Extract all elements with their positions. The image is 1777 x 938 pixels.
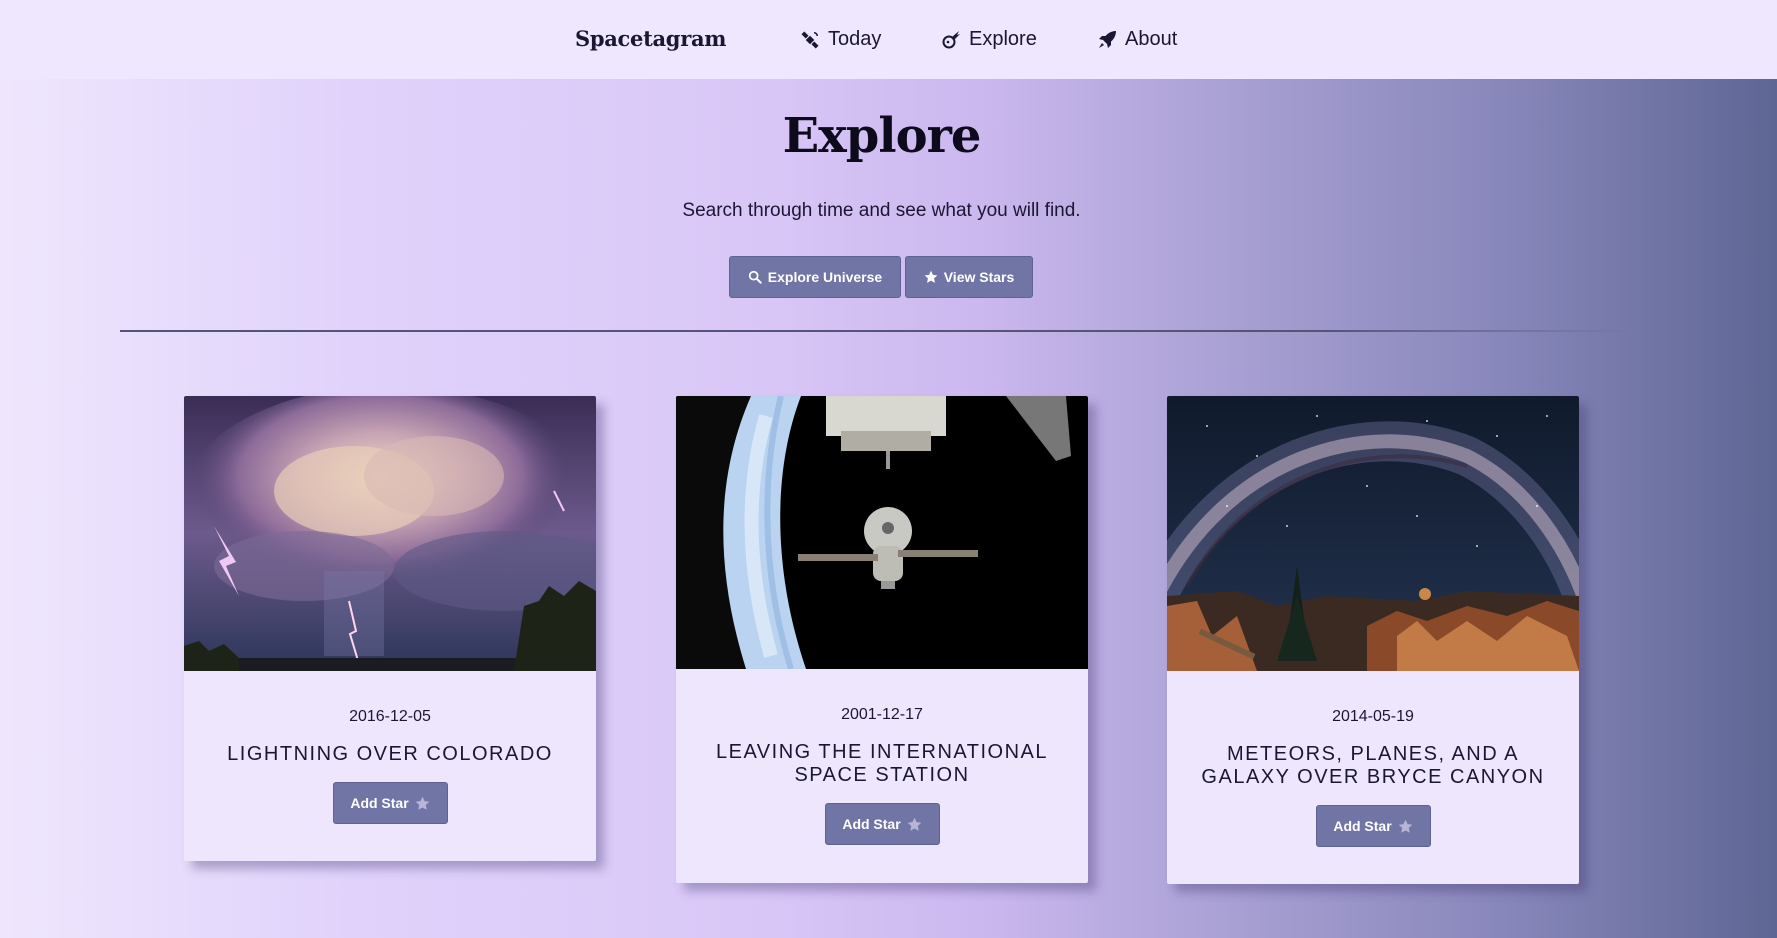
section-divider <box>120 330 1635 332</box>
nav-link-explore[interactable]: Explore <box>941 28 1037 51</box>
meteor-icon <box>942 30 960 48</box>
card-title: LEAVING THE INTERNATIONAL SPACE STATION <box>715 741 1048 786</box>
explore-universe-button[interactable]: Explore Universe <box>729 256 901 298</box>
space-station-image[interactable] <box>676 396 1088 669</box>
star-icon <box>1398 819 1413 833</box>
page-title: Explore <box>782 108 982 164</box>
brand-logo[interactable]: Spacetagram <box>575 26 726 51</box>
star-icon <box>924 270 938 283</box>
star-icon <box>907 817 922 831</box>
card-title: METEORS, PLANES, AND A GALAXY OVER BRYCE… <box>1201 743 1545 788</box>
add-star-label: Add Star <box>842 816 901 832</box>
nav-link-today[interactable]: Today <box>800 28 881 51</box>
add-star-button[interactable]: Add Star <box>824 803 940 845</box>
nav-link-about-label: About <box>1125 28 1178 50</box>
top-navigation: Spacetagram Today Explore About <box>0 0 1777 79</box>
apod-card: 2014-05-19 METEORS, PLANES, AND A GALAXY… <box>1167 396 1579 884</box>
add-star-button[interactable]: Add Star <box>1315 805 1431 847</box>
star-icon <box>415 796 430 810</box>
apod-card: 2016-12-05 LIGHTNING OVER COLORADO Add S… <box>184 396 596 861</box>
rocket-icon <box>1099 30 1116 48</box>
card-date: 2016-12-05 <box>349 708 431 725</box>
nav-link-about[interactable]: About <box>1097 28 1177 51</box>
nav-link-explore-label: Explore <box>969 28 1037 50</box>
view-stars-label: View Stars <box>943 269 1015 285</box>
view-stars-button[interactable]: View Stars <box>905 256 1033 298</box>
nav-link-today-label: Today <box>828 28 882 50</box>
add-star-label: Add Star <box>350 795 409 811</box>
satellite-icon <box>801 30 819 49</box>
bryce-canyon-galaxy-image[interactable] <box>1167 396 1579 671</box>
card-title: LIGHTNING OVER COLORADO <box>227 743 553 765</box>
search-icon <box>748 270 762 284</box>
apod-card: 2001-12-17 LEAVING THE INTERNATIONAL SPA… <box>676 396 1088 883</box>
page-subtitle: Search through time and see what you wil… <box>682 200 1081 221</box>
lightning-storm-image[interactable] <box>184 396 596 671</box>
add-star-button[interactable]: Add Star <box>332 782 448 824</box>
card-date: 2014-05-19 <box>1332 708 1414 725</box>
card-date: 2001-12-17 <box>841 706 923 723</box>
explore-universe-label: Explore Universe <box>767 269 883 285</box>
add-star-label: Add Star <box>1333 818 1392 834</box>
